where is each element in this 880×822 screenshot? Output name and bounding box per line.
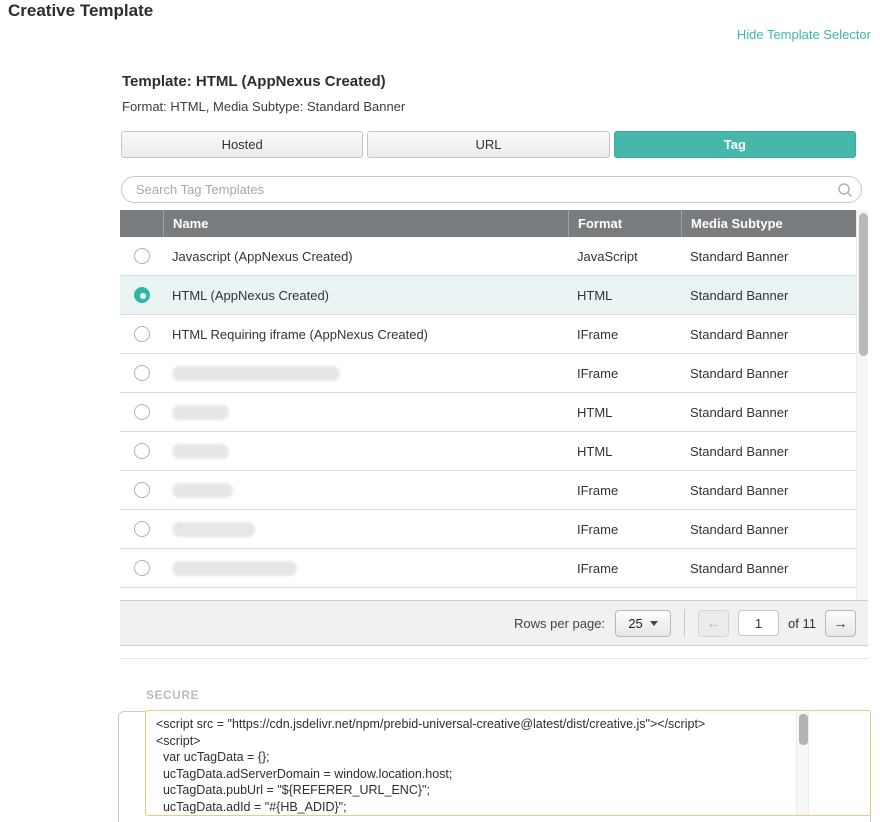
- table-row[interactable]: IFrameStandard Banner: [120, 510, 856, 549]
- rows-per-page-value: 25: [628, 616, 642, 631]
- table-scrollbar-thumb[interactable]: [859, 213, 868, 356]
- rows-per-page-select[interactable]: 25: [615, 610, 671, 637]
- format-cell: IFrame: [568, 366, 681, 381]
- radio-button[interactable]: [134, 326, 150, 342]
- search-box: [121, 176, 862, 203]
- media-subtype-cell: Standard Banner: [681, 405, 856, 420]
- media-subtype-cell: Standard Banner: [681, 249, 856, 264]
- media-subtype-cell: Standard Banner: [681, 327, 856, 342]
- secure-label: SECURE: [146, 688, 199, 702]
- format-cell: HTML: [568, 444, 681, 459]
- format-cell: IFrame: [568, 522, 681, 537]
- chevron-down-icon: [650, 621, 658, 626]
- template-name-cell: [163, 405, 568, 420]
- radio-button[interactable]: [134, 443, 150, 459]
- redacted-name: [172, 444, 229, 459]
- media-subtype-cell: Standard Banner: [681, 483, 856, 498]
- radio-cell: [120, 482, 163, 498]
- page-number-input[interactable]: [738, 610, 779, 636]
- editor-scrollbar[interactable]: [796, 711, 809, 815]
- media-subtype-cell: Standard Banner: [681, 522, 856, 537]
- radio-cell: [120, 560, 163, 576]
- radio-button[interactable]: [134, 404, 150, 420]
- table-row[interactable]: IFrameStandard Banner: [120, 549, 856, 588]
- format-cell: IFrame: [568, 327, 681, 342]
- table-pagination: Rows per page: 25 ← of 11 →: [120, 600, 868, 646]
- format-cell: JavaScript: [568, 249, 681, 264]
- table-row[interactable]: HTML (AppNexus Created)HTMLStandard Bann…: [120, 276, 856, 315]
- radio-cell: [120, 287, 163, 303]
- redacted-name: [172, 522, 255, 537]
- media-subtype-cell: Standard Banner: [681, 444, 856, 459]
- table-row[interactable]: IFrameStandard Banner: [120, 354, 856, 393]
- total-pages-label: of 11: [788, 616, 816, 631]
- table-row[interactable]: IFrameStandard Banner: [120, 471, 856, 510]
- radio-button[interactable]: [134, 248, 150, 264]
- table-row[interactable]: HTMLStandard Banner: [120, 432, 856, 471]
- template-name-cell: [163, 444, 568, 459]
- redacted-name: [172, 561, 297, 576]
- next-page-button[interactable]: →: [825, 610, 856, 637]
- format-cell: IFrame: [568, 561, 681, 576]
- radio-cell: [120, 404, 163, 420]
- template-type-tabs: Hosted URL Tag: [121, 131, 856, 158]
- pagination-divider: [684, 609, 685, 637]
- header-radio-column: [120, 210, 163, 237]
- tab-url[interactable]: URL: [367, 131, 609, 158]
- redacted-name: [172, 405, 229, 420]
- rows-per-page-label: Rows per page:: [514, 616, 605, 631]
- radio-cell: [120, 443, 163, 459]
- table-row[interactable]: Javascript (AppNexus Created)JavaScriptS…: [120, 237, 856, 276]
- tag-code-editor[interactable]: <script src = "https://cdn.jsdelivr.net/…: [145, 710, 871, 816]
- header-format: Format: [568, 210, 681, 237]
- template-name-cell: [163, 561, 568, 576]
- template-name-cell: [163, 483, 568, 498]
- radio-cell: [120, 326, 163, 342]
- media-subtype-cell: Standard Banner: [681, 288, 856, 303]
- template-name-cell: Javascript (AppNexus Created): [163, 249, 568, 264]
- template-name-cell: HTML Requiring iframe (AppNexus Created): [163, 327, 568, 342]
- tag-templates-table: Name Format Media Subtype Javascript (Ap…: [120, 210, 856, 600]
- radio-cell: [120, 521, 163, 537]
- header-media-subtype: Media Subtype: [681, 210, 856, 237]
- search-input[interactable]: [136, 178, 826, 201]
- format-cell: IFrame: [568, 483, 681, 498]
- radio-button[interactable]: [134, 560, 150, 576]
- format-cell: HTML: [568, 405, 681, 420]
- table-row[interactable]: HTMLStandard Banner: [120, 393, 856, 432]
- hide-template-selector-link[interactable]: Hide Template Selector: [737, 27, 871, 42]
- template-name-cell: [163, 522, 568, 537]
- radio-cell: [120, 248, 163, 264]
- selected-template-title: Template: HTML (AppNexus Created): [122, 73, 386, 90]
- table-row[interactable]: HTML Requiring iframe (AppNexus Created)…: [120, 315, 856, 354]
- partial-row: [120, 588, 856, 600]
- radio-button[interactable]: [134, 482, 150, 498]
- previous-page-button[interactable]: ←: [698, 610, 729, 637]
- tag-code-content: <script src = "https://cdn.jsdelivr.net/…: [156, 716, 786, 816]
- radio-button[interactable]: [134, 365, 150, 381]
- template-name-cell: [163, 366, 568, 381]
- redacted-name: [172, 483, 233, 498]
- redacted-name: [172, 366, 340, 381]
- page-title: Creative Template: [8, 1, 153, 21]
- format-cell: HTML: [568, 288, 681, 303]
- media-subtype-cell: Standard Banner: [681, 366, 856, 381]
- template-name-cell: HTML (AppNexus Created): [163, 288, 568, 303]
- selected-template-subtitle: Format: HTML, Media Subtype: Standard Ba…: [122, 99, 405, 114]
- radio-button[interactable]: [134, 287, 150, 303]
- radio-cell: [120, 365, 163, 381]
- search-icon: [837, 182, 853, 198]
- tab-hosted[interactable]: Hosted: [121, 131, 363, 158]
- table-scrollbar[interactable]: [856, 210, 868, 600]
- section-divider: [120, 658, 868, 659]
- radio-button[interactable]: [134, 521, 150, 537]
- tab-tag[interactable]: Tag: [614, 131, 856, 158]
- header-name: Name: [163, 210, 568, 237]
- editor-scrollbar-thumb[interactable]: [799, 714, 808, 745]
- table-header: Name Format Media Subtype: [120, 210, 856, 237]
- media-subtype-cell: Standard Banner: [681, 561, 856, 576]
- table-body: Javascript (AppNexus Created)JavaScriptS…: [120, 237, 856, 588]
